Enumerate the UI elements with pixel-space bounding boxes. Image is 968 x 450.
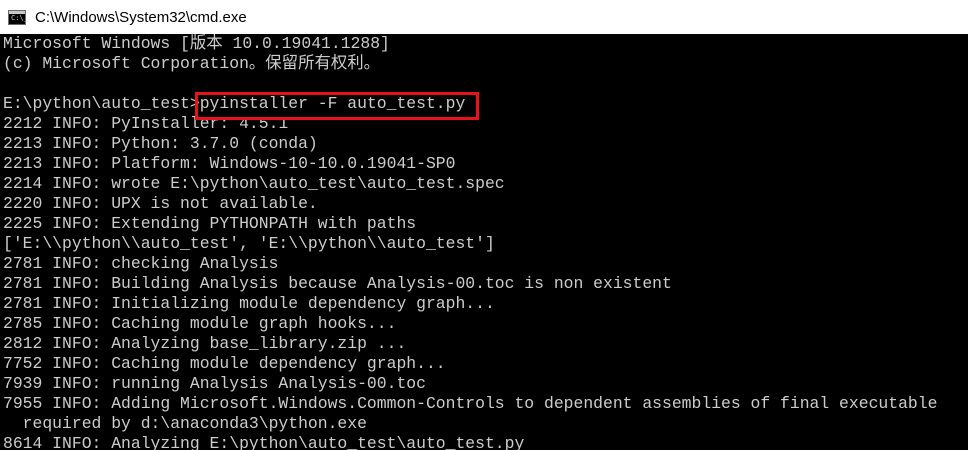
console-line: 2781 INFO: checking Analysis xyxy=(3,254,279,273)
console-line: 7939 INFO: running Analysis Analysis-00.… xyxy=(3,374,426,393)
console-line: 2225 INFO: Extending PYTHONPATH with pat… xyxy=(3,214,417,233)
console-lines: Microsoft Windows [版本 10.0.19041.1288] (… xyxy=(3,34,937,450)
console-line: 2214 INFO: wrote E:\python\auto_test\aut… xyxy=(3,174,505,193)
console-line: 2812 INFO: Analyzing base_library.zip ..… xyxy=(3,334,407,353)
console-line: 8614 INFO: Analyzing E:\python\auto_test… xyxy=(3,434,525,450)
cmd-window: C:\_ C:\Windows\System32\cmd.exe Microso… xyxy=(0,0,968,450)
console-line: 2212 INFO: PyInstaller: 4.5.1 xyxy=(3,114,289,133)
console-line: 2213 INFO: Python: 3.7.0 (conda) xyxy=(3,134,318,153)
console-line: 2781 INFO: Initializing module dependenc… xyxy=(3,294,495,313)
cmd-icon-glyph: C:\_ xyxy=(11,13,28,22)
console-line: required by d:\anaconda3\python.exe xyxy=(3,414,367,433)
console-line: Microsoft Windows [版本 10.0.19041.1288] xyxy=(3,34,390,53)
title-bar[interactable]: C:\_ C:\Windows\System32\cmd.exe xyxy=(0,0,968,34)
console-line: 7955 INFO: Adding Microsoft.Windows.Comm… xyxy=(3,394,938,413)
console-line: (c) Microsoft Corporation。保留所有权利。 xyxy=(3,54,381,73)
console-line: 7752 INFO: Caching module dependency gra… xyxy=(3,354,446,373)
console-line: 2785 INFO: Caching module graph hooks... xyxy=(3,314,397,333)
window-title: C:\Windows\System32\cmd.exe xyxy=(35,8,247,26)
console-output-area[interactable]: Microsoft Windows [版本 10.0.19041.1288] (… xyxy=(0,34,968,450)
console-line: 2781 INFO: Building Analysis because Ana… xyxy=(3,274,672,293)
console-line: 2220 INFO: UPX is not available. xyxy=(3,194,318,213)
console-line: 2213 INFO: Platform: Windows-10-10.0.190… xyxy=(3,154,456,173)
cmd-console-icon[interactable]: C:\_ xyxy=(8,9,28,25)
console-line: ['E:\\python\\auto_test', 'E:\\python\\a… xyxy=(3,234,495,253)
console-command-line: E:\python\auto_test>pyinstaller -F auto_… xyxy=(3,94,466,113)
